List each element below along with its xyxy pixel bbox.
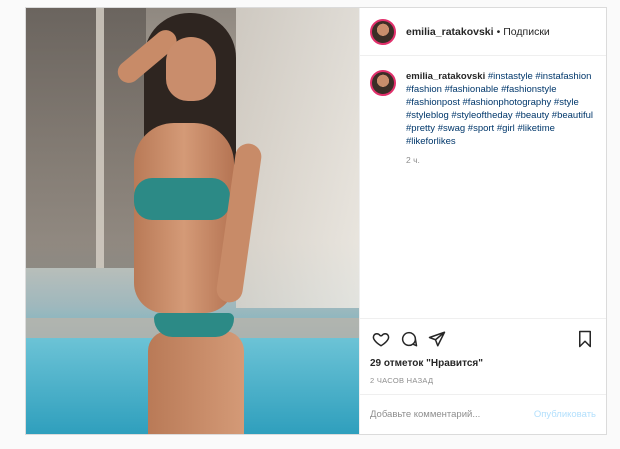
bookmark-icon[interactable]: [574, 328, 596, 350]
caption-body: emilia_ratakovski #instastyle #instafash…: [406, 70, 596, 167]
add-comment-form: Опубликовать: [360, 394, 606, 434]
hashtag-link[interactable]: #styleoftheday: [451, 110, 512, 121]
publish-button[interactable]: Опубликовать: [534, 409, 596, 420]
caption-avatar[interactable]: [370, 70, 396, 96]
hashtag-link[interactable]: #styleblog: [406, 110, 449, 121]
comment-input[interactable]: [370, 409, 528, 420]
hashtag-link[interactable]: #style: [554, 97, 579, 108]
hashtag-link[interactable]: #liketime: [517, 123, 555, 134]
comments-section: emilia_ratakovski #instastyle #instafash…: [360, 56, 606, 318]
hashtag-link[interactable]: #likeforlikes: [406, 136, 456, 147]
hashtag-link[interactable]: #instastyle: [488, 71, 533, 82]
hashtag-link[interactable]: #pretty: [406, 123, 435, 134]
hashtag-link[interactable]: #sport: [468, 123, 494, 134]
hashtag-link[interactable]: #beauty: [515, 110, 549, 121]
figure-head: [166, 37, 216, 101]
hashtag-link[interactable]: #fashionpost: [406, 97, 460, 108]
hashtag-link[interactable]: #swag: [438, 123, 465, 134]
caption-username[interactable]: emilia_ratakovski: [406, 71, 485, 82]
header-username[interactable]: emilia_ratakovski: [406, 26, 494, 38]
heart-icon[interactable]: [370, 328, 392, 350]
caption: emilia_ratakovski #instastyle #instafash…: [370, 70, 596, 167]
photo-figure: [86, 13, 286, 434]
post-sidebar: emilia_ratakovski • Подписки emilia_rata…: [359, 8, 606, 434]
header-separator: •: [496, 25, 501, 38]
hashtag-link[interactable]: #instafashion: [535, 71, 591, 82]
hashtag-link[interactable]: #fashionstyle: [501, 84, 556, 95]
post-header: emilia_ratakovski • Подписки: [360, 8, 606, 56]
post-time[interactable]: 2 ЧАСОВ НАЗАД: [360, 372, 606, 394]
caption-time: 2 ч.: [406, 155, 420, 165]
likes-count[interactable]: 29 отметок "Нравится": [360, 358, 606, 372]
post-photo[interactable]: [26, 8, 359, 434]
caption-hashtags: #instastyle #instafashion #fashion #fash…: [406, 71, 593, 147]
comment-icon[interactable]: [398, 328, 420, 350]
action-bar: [360, 318, 606, 358]
figure-swim-bottom: [154, 313, 234, 337]
hashtag-link[interactable]: #fashionable: [445, 84, 499, 95]
paper-plane-icon[interactable]: [426, 328, 448, 350]
figure-swim-top: [134, 178, 230, 220]
figure-legs: [148, 331, 244, 434]
hashtag-link[interactable]: #fashion: [406, 84, 442, 95]
post-card: emilia_ratakovski • Подписки emilia_rata…: [25, 7, 607, 435]
avatar[interactable]: [370, 18, 396, 45]
hashtag-link[interactable]: #girl: [497, 123, 515, 134]
hashtag-link[interactable]: #beautiful: [552, 110, 593, 121]
following-button[interactable]: Подписки: [503, 26, 550, 38]
hashtag-link[interactable]: #fashionphotography: [463, 97, 552, 108]
